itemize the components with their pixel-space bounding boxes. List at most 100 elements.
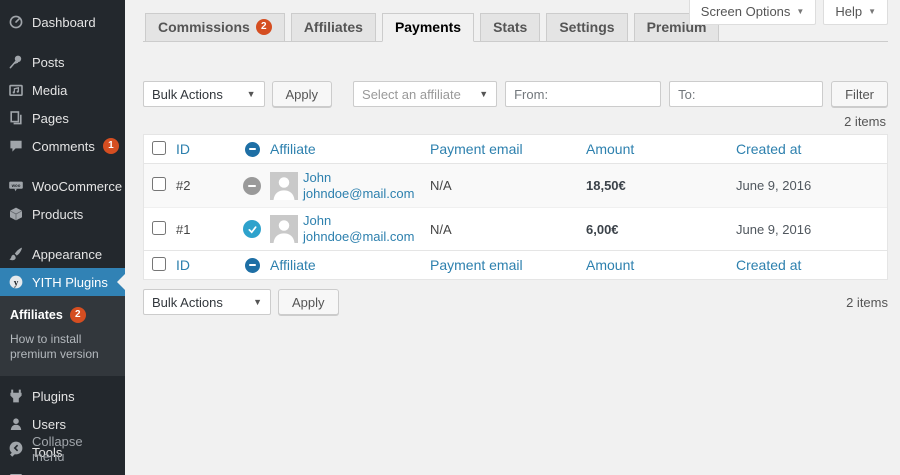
bottom-toolbar: Bulk Actions ▼ Apply 2 items	[143, 289, 888, 315]
status-pending-icon	[243, 176, 261, 195]
commissions-count-badge: 2	[255, 19, 272, 35]
bulk-actions-value: Bulk Actions	[152, 294, 223, 310]
column-header-amount[interactable]: Amount	[586, 141, 634, 157]
bulk-actions-select-bottom[interactable]: Bulk Actions ▼	[143, 289, 271, 315]
table-header-row: ID Affiliate Payment email Amount Create…	[144, 135, 887, 164]
column-footer-affiliate[interactable]: Affiliate	[270, 257, 316, 273]
chevron-down-icon: ▼	[246, 89, 256, 99]
affiliate-name-link[interactable]: John	[303, 170, 414, 186]
brush-icon	[8, 246, 24, 262]
column-footer-payment-email[interactable]: Payment email	[430, 257, 523, 273]
row-checkbox[interactable]	[152, 177, 166, 191]
collapse-menu-button[interactable]: Collapse menu	[0, 427, 125, 471]
date-to-input[interactable]	[669, 81, 824, 107]
sidebar-item-pages[interactable]: Pages	[0, 104, 125, 132]
avatar	[270, 171, 298, 200]
plugin-icon	[8, 388, 24, 404]
help-button[interactable]: Help ▼	[823, 0, 888, 25]
tab-label: Settings	[559, 19, 615, 35]
sidebar-item-woocommerce[interactable]: woo WooCommerce	[0, 172, 125, 200]
status-completed-icon	[243, 220, 261, 238]
payment-email-value: N/A	[430, 178, 452, 193]
sidebar-item-posts[interactable]: Posts	[0, 48, 125, 76]
sidebar-item-appearance[interactable]: Appearance	[0, 240, 125, 268]
sidebar-item-label: Plugins	[32, 388, 75, 404]
sidebar-item-yith-plugins[interactable]: y YITH Plugins	[0, 268, 125, 296]
dashboard-icon	[8, 14, 24, 30]
affiliate-select-placeholder: Select an affiliate	[362, 86, 461, 102]
submenu-item-affiliates[interactable]: Affiliates 2	[0, 302, 125, 328]
media-icon	[8, 82, 24, 98]
created-at-value: June 9, 2016	[736, 221, 812, 237]
submenu-item-label: Affiliates	[10, 308, 63, 322]
date-from-input[interactable]	[505, 81, 662, 107]
sidebar-item-label: YITH Plugins	[32, 274, 108, 290]
pages-icon	[8, 110, 24, 126]
tab-affiliates[interactable]: Affiliates	[290, 13, 376, 42]
screen-options-button[interactable]: Screen Options ▼	[688, 0, 817, 25]
affiliate-email-link[interactable]: johndoe@mail.com	[303, 229, 414, 245]
chevron-down-icon: ▼	[253, 297, 262, 307]
sidebar-item-label: Posts	[32, 54, 65, 70]
tab-stats[interactable]: Stats	[480, 13, 541, 42]
row-checkbox[interactable]	[152, 220, 166, 235]
utility-bar: Screen Options ▼ Help ▼	[688, 0, 888, 25]
column-header-created-at[interactable]: Created at	[736, 141, 801, 157]
select-all-checkbox[interactable]	[152, 140, 166, 155]
column-footer-amount[interactable]: Amount	[586, 257, 634, 273]
sidebar-item-comments[interactable]: Comments 1	[0, 132, 125, 160]
affiliate-email-link[interactable]: johndoe@mail.com	[303, 186, 414, 202]
sidebar-item-label: Appearance	[32, 246, 103, 262]
comments-count-badge: 1	[102, 138, 119, 154]
table-row: #2 John johndoe@mail.com N/A 18,50€ June…	[144, 164, 887, 207]
column-footer-created-at[interactable]: Created at	[736, 257, 801, 273]
collapse-menu-label: Collapse menu	[32, 434, 83, 464]
main-content: Screen Options ▼ Help ▼ Commissions 2 Af…	[125, 0, 900, 475]
pushpin-icon	[8, 54, 24, 70]
sidebar-item-dashboard[interactable]: Dashboard	[0, 8, 125, 36]
yith-icon: y	[8, 274, 24, 290]
sidebar-item-label: Media	[32, 82, 68, 98]
payment-email-value: N/A	[430, 221, 452, 237]
items-count-top: 2 items	[844, 114, 886, 129]
created-at-value: June 9, 2016	[736, 178, 812, 193]
apply-button-bottom[interactable]: Apply	[278, 289, 339, 315]
column-header-payment-email[interactable]: Payment email	[430, 141, 523, 157]
sidebar-item-label: Products	[32, 206, 84, 222]
filter-button[interactable]: Filter	[831, 81, 888, 107]
svg-text:woo: woo	[11, 183, 21, 188]
tab-label: Stats	[493, 19, 528, 35]
screen-options-label: Screen Options	[700, 4, 791, 19]
submenu-item-how-to-install[interactable]: How to install premium version	[0, 328, 125, 366]
column-footer-id[interactable]: ID	[176, 257, 190, 273]
woocommerce-icon: woo	[8, 178, 24, 194]
status-column-icon[interactable]	[244, 257, 260, 273]
column-header-id[interactable]: ID	[176, 141, 190, 157]
bulk-actions-select[interactable]: Bulk Actions ▼	[143, 81, 265, 107]
amount-value: 6,00€	[586, 221, 619, 237]
tab-settings[interactable]: Settings	[546, 13, 628, 42]
affiliate-filter-select[interactable]: Select an affiliate ▼	[353, 81, 498, 107]
tab-commissions[interactable]: Commissions 2	[145, 13, 285, 42]
sidebar-item-plugins[interactable]: Plugins	[0, 382, 125, 410]
avatar	[270, 215, 298, 243]
collapse-arrow-icon	[8, 440, 24, 459]
table-footer-row: ID Affiliate Payment email Amount Create…	[144, 250, 887, 279]
sidebar-item-products[interactable]: Products	[0, 200, 125, 228]
payments-table: ID Affiliate Payment email Amount Create…	[143, 134, 888, 280]
svg-text:y: y	[14, 277, 19, 287]
affiliate-name-link[interactable]: John	[303, 213, 414, 229]
yith-submenu: Affiliates 2 How to install premium vers…	[0, 296, 125, 376]
select-all-checkbox-cell	[144, 256, 176, 274]
tab-payments[interactable]: Payments	[381, 13, 475, 42]
chevron-down-icon: ▼	[796, 7, 805, 16]
sidebar-item-label: WooCommerce	[32, 178, 123, 194]
status-column-icon[interactable]	[244, 141, 260, 157]
bulk-actions-value: Bulk Actions	[152, 86, 223, 102]
column-header-affiliate[interactable]: Affiliate	[270, 141, 316, 157]
apply-button[interactable]: Apply	[271, 81, 333, 107]
affiliates-count-badge: 2	[69, 307, 86, 323]
tab-label: Affiliates	[303, 19, 363, 35]
sidebar-item-media[interactable]: Media	[0, 76, 125, 104]
select-all-checkbox[interactable]	[152, 256, 166, 271]
